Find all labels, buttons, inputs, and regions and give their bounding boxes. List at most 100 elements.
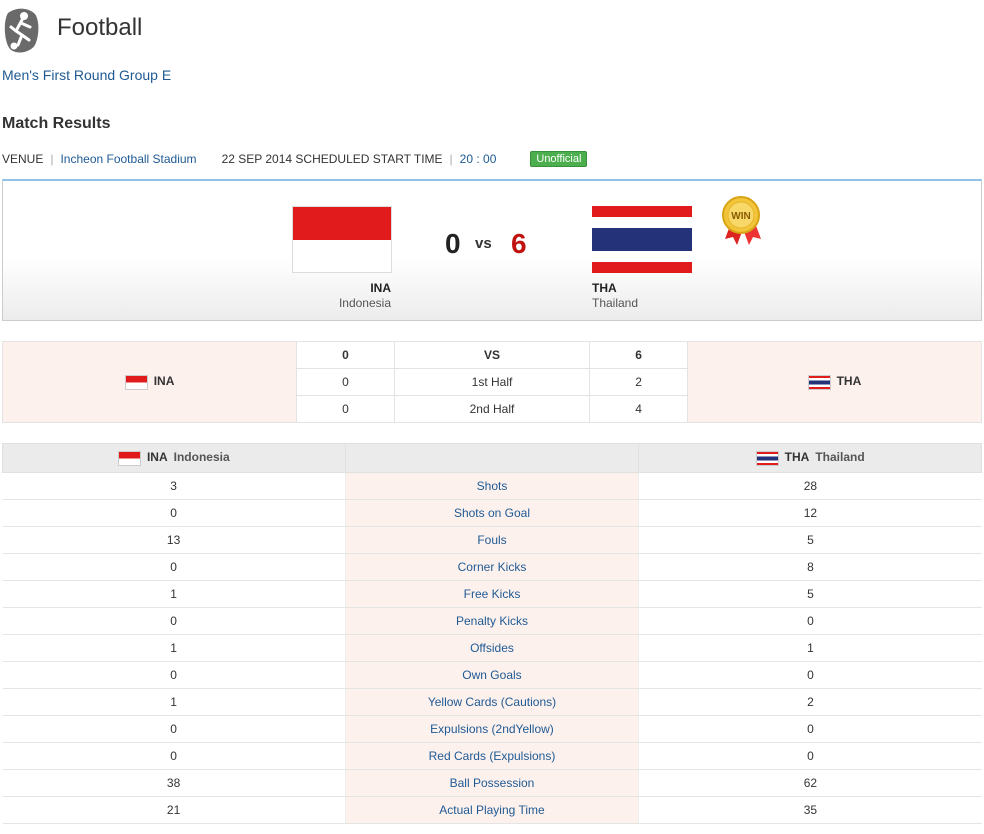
away-stat-value: 35 [638, 796, 982, 824]
home-stat-value: 0 [2, 553, 346, 581]
date-text: 22 SEP 2014 SCHEDULED START TIME [221, 152, 443, 166]
table-row: 1 Free Kicks 5 [2, 580, 982, 608]
home-stat-value: 38 [2, 769, 346, 797]
divider: | [50, 152, 54, 166]
away-score: 6 [511, 228, 527, 259]
away-stat-value: 0 [638, 715, 982, 743]
indonesia-flag-icon [124, 374, 148, 390]
home-team-code: INA [370, 281, 391, 295]
home-stat-value: 1 [2, 634, 346, 662]
start-time: 20 : 00 [459, 152, 497, 166]
home-stat-value: 0 [2, 715, 346, 743]
home-stat-value: 0 [2, 661, 346, 689]
away-team-code: THA [592, 281, 617, 295]
away-half-score: 4 [589, 395, 688, 423]
thailand-flag-icon [592, 206, 692, 273]
away-team-code: THA [784, 450, 810, 465]
stat-label-header [344, 443, 640, 473]
table-row: 0 Own Goals 0 [2, 661, 982, 689]
section-title: Match Results [2, 115, 111, 132]
win-medal-icon: WIN [722, 196, 761, 245]
away-stat-value: 0 [638, 607, 982, 635]
half-label: VS [393, 341, 591, 369]
venue-row: VENUE | Incheon Football Stadium 22 SEP … [2, 150, 588, 168]
table-row: 1 Yellow Cards (Cautions) 2 [2, 688, 982, 716]
away-total: 6 [589, 341, 688, 369]
table-row: 13 Fouls 5 [2, 526, 982, 554]
away-stat-value: 5 [638, 580, 982, 608]
half-label: 2nd Half [393, 395, 591, 423]
stat-label: Free Kicks [344, 580, 640, 608]
away-stat-value: 8 [638, 553, 982, 581]
stat-label: Fouls [344, 526, 640, 554]
stat-label: Yellow Cards (Cautions) [344, 688, 640, 716]
home-stat-value: 3 [2, 472, 346, 500]
home-stat-value: 0 [2, 607, 346, 635]
table-row: 1 Offsides 1 [2, 634, 982, 662]
vs-label: vs [475, 235, 492, 252]
event-link[interactable]: Men's First Round Group E [2, 67, 171, 83]
divider: | [449, 152, 453, 166]
home-score: 0 [445, 228, 461, 259]
away-stat-value: 28 [638, 472, 982, 500]
home-half-score: 0 [296, 368, 395, 396]
home-stat-value: 13 [2, 526, 346, 554]
home-stat-value: 1 [2, 688, 346, 716]
stat-label: Expulsions (2ndYellow) [344, 715, 640, 743]
stats-header-row: INA Indonesia THA Thailand [2, 443, 982, 473]
away-team-cell: THA [686, 341, 983, 423]
stat-label: Shots [344, 472, 640, 500]
thailand-flag-icon [755, 450, 779, 466]
page-header: Football [0, 0, 984, 60]
away-stat-value: 62 [638, 769, 982, 797]
home-stat-value: 0 [2, 499, 346, 527]
home-total: 0 [296, 341, 395, 369]
away-team-code: THA [836, 374, 862, 389]
table-row: 0 Expulsions (2ndYellow) 0 [2, 715, 982, 743]
page-title: Football [57, 14, 143, 41]
stat-label: Shots on Goal [344, 499, 640, 527]
table-row: INA 0 VS 6 THA [1, 341, 983, 423]
table-row: 0 Red Cards (Expulsions) 0 [2, 742, 982, 770]
away-stat-value: 0 [638, 661, 982, 689]
home-team-header: INA Indonesia [2, 443, 346, 473]
home-stat-value: 1 [2, 580, 346, 608]
away-stat-value: 12 [638, 499, 982, 527]
stat-label: Offsides [344, 634, 640, 662]
scoreboard: 0 vs 6 WIN INA Indonesia THA Thailand [2, 179, 982, 321]
indonesia-flag-icon [117, 450, 141, 466]
half-label: 1st Half [393, 368, 591, 396]
home-team-code: INA [146, 450, 168, 465]
status-badge: Unofficial [530, 151, 588, 167]
away-stat-value: 5 [638, 526, 982, 554]
home-stat-value: 0 [2, 742, 346, 770]
halves-table: INA 0 VS 6 THA 0 1st Half 2 0 2nd Half 4 [1, 341, 983, 423]
away-half-score: 2 [589, 368, 688, 396]
away-team-name: Thailand [592, 296, 639, 310]
away-team-header: THA Thailand [638, 443, 982, 473]
away-stat-value: 1 [638, 634, 982, 662]
win-badge-text: WIN [731, 211, 750, 222]
indonesia-flag-icon [292, 206, 392, 273]
away-team-name: Thailand [815, 450, 865, 465]
stat-label: Red Cards (Expulsions) [344, 742, 640, 770]
stat-label: Own Goals [344, 661, 640, 689]
table-row: 0 Penalty Kicks 0 [2, 607, 982, 635]
home-stat-value: 21 [2, 796, 346, 824]
table-row: 0 Corner Kicks 8 [2, 553, 982, 581]
away-stat-value: 0 [638, 742, 982, 770]
football-player-icon [4, 8, 39, 53]
stat-label: Actual Playing Time [344, 796, 640, 824]
table-row: 0 Shots on Goal 12 [2, 499, 982, 527]
table-row: 3 Shots 28 [2, 472, 982, 500]
home-team-code: INA [153, 374, 175, 389]
away-stat-value: 2 [638, 688, 982, 716]
stat-label: Penalty Kicks [344, 607, 640, 635]
stadium-link[interactable]: Incheon Football Stadium [60, 152, 196, 166]
table-row: 21 Actual Playing Time 35 [2, 796, 982, 824]
home-team-name: Indonesia [338, 296, 391, 310]
thailand-flag-icon [807, 374, 831, 390]
table-row: 38 Ball Possession 62 [2, 769, 982, 797]
home-team-cell: INA [1, 341, 298, 423]
home-half-score: 0 [296, 395, 395, 423]
